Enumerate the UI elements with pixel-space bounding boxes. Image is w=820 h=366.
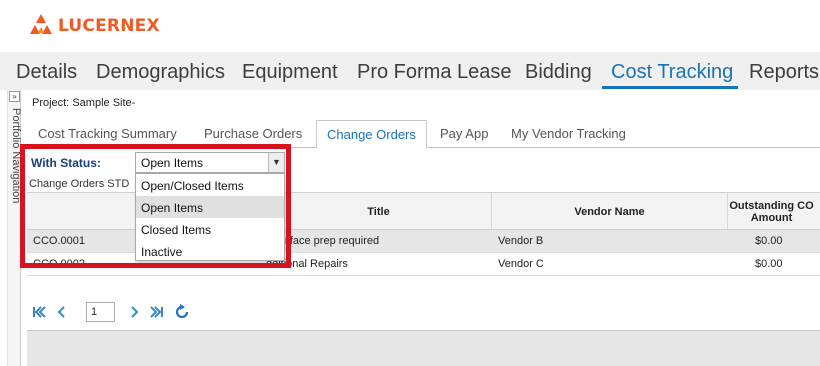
portfolio-navigation-panel[interactable]: » Portfolio Navigation (7, 90, 22, 366)
tab-equipment[interactable]: Equipment (242, 61, 338, 84)
tab-pro-forma-lease[interactable]: Pro Forma Lease (357, 61, 512, 84)
tab-details[interactable]: Details (16, 61, 77, 84)
column-header-vendor-name[interactable]: Vendor Name (491, 193, 727, 230)
expand-sidebar-icon[interactable]: » (9, 91, 20, 102)
cell-amount: $0.00 (755, 258, 783, 270)
column-header-outstanding-co-amount[interactable]: Outstanding CO Amount (727, 193, 815, 230)
first-page-icon[interactable] (32, 305, 46, 319)
subtab-pay-app[interactable]: Pay App (440, 126, 488, 141)
tab-demographics[interactable]: Demographics (96, 61, 225, 84)
last-page-icon[interactable] (150, 305, 164, 319)
top-bar: LUCERNEX (0, 0, 820, 52)
annotation-highlight-box (20, 144, 291, 268)
prev-page-icon[interactable] (55, 305, 67, 319)
cell-vendor: Vendor C (498, 258, 544, 270)
subtab-my-vendor-tracking[interactable]: My Vendor Tracking (511, 126, 626, 141)
project-label: Project: Sample Site- (32, 97, 136, 109)
brand-name: LUCERNEX (58, 16, 160, 36)
tab-reports[interactable]: Reports (749, 61, 819, 84)
next-page-icon[interactable] (129, 305, 141, 319)
refresh-icon[interactable] (174, 304, 190, 320)
cell-amount: $0.00 (755, 235, 783, 247)
page-number-input[interactable]: 1 (86, 302, 115, 322)
subtab-change-orders[interactable]: Change Orders (316, 120, 427, 149)
subtab-purchase-orders[interactable]: Purchase Orders (204, 126, 302, 141)
column-header-title[interactable]: Title (265, 193, 491, 230)
grid-footer (27, 330, 820, 366)
tab-bidding[interactable]: Bidding (525, 61, 592, 84)
subtab-cost-tracking-summary[interactable]: Cost Tracking Summary (38, 126, 177, 141)
active-tab-underline (602, 86, 738, 89)
main-tab-bar: Details Demographics Equipment Pro Forma… (0, 52, 820, 90)
brand-logo[interactable]: LUCERNEX (30, 14, 160, 38)
lucernex-logo-icon (30, 14, 52, 34)
tab-cost-tracking[interactable]: Cost Tracking (611, 61, 733, 84)
cell-vendor: Vendor B (498, 235, 544, 247)
